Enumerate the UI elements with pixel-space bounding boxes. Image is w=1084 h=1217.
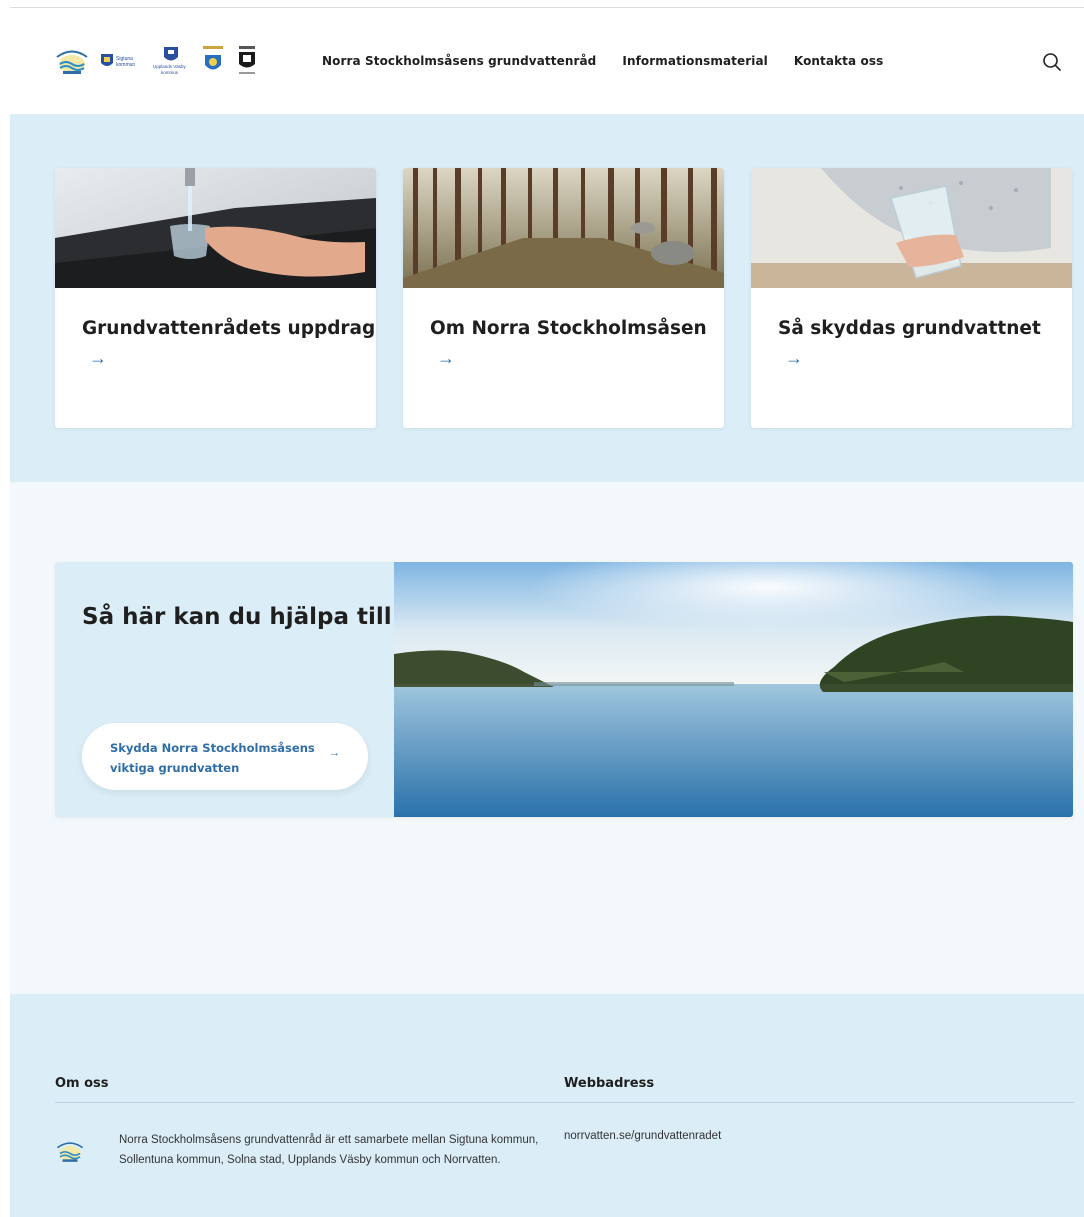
protect-groundwater-button[interactable]: Skydda Norra Stockholmsåsens viktiga gru… [82,723,368,790]
norrvatten-footer-logo [57,1142,83,1162]
card-image-pine-forest [403,168,724,288]
topic-cards-section: Grundvattenrådets uppdrag → Om Norra Sto… [10,114,1084,482]
card-title: Grundvattenrådets uppdrag [82,318,376,339]
card-sa-skyddas-grundvattnet[interactable]: Så skyddas grundvattnet → [751,168,1072,428]
arrow-right-icon: → [785,348,803,368]
button-label: Skydda Norra Stockholmsåsens viktiga gru… [110,741,315,775]
site-header: Sigtuna kommun Upplands Väsby kommun Nor… [10,8,1084,114]
card-image-glass-of-water [751,168,1072,288]
norrvatten-logo[interactable] [54,46,90,76]
nav-kontakta-oss[interactable]: Kontakta oss [794,54,883,68]
footer-web-heading: Webbadress [564,1076,655,1091]
lake-image [394,562,1073,817]
svg-text:kommun: kommun [161,70,179,75]
help-title: Så här kan du hjälpa till [82,604,392,630]
card-image-tap-water [55,168,376,288]
footer-web-address-link[interactable]: norrvatten.se/grundvattenradet [564,1130,721,1142]
card-grundvattenradets-uppdrag[interactable]: Grundvattenrådets uppdrag → [55,168,376,428]
svg-text:Upplands Väsby: Upplands Väsby [153,64,187,69]
main-nav: Norra Stockholmsåsens grundvattenråd Inf… [322,54,883,68]
nav-grundvattenrad[interactable]: Norra Stockholmsåsens grundvattenråd [322,54,596,68]
card-title: Så skyddas grundvattnet [778,318,1041,339]
nav-informationsmaterial[interactable]: Informationsmaterial [622,54,768,68]
partner-logos: Sigtuna kommun Upplands Väsby kommun [54,44,258,78]
help-banner-text-panel: Så här kan du hjälpa till Skydda Norra S… [55,562,394,817]
svg-text:kommun: kommun [116,62,135,68]
footer-about-heading: Om oss [55,1076,109,1091]
solna-logo[interactable] [236,45,258,77]
arrow-right-icon: → [437,348,455,368]
help-section: Så här kan du hjälpa till Skydda Norra S… [10,482,1084,994]
upplands-vasby-logo[interactable]: Upplands Väsby kommun [152,45,190,77]
sollentuna-logo[interactable] [200,45,226,77]
card-om-norra-stockholmsasen[interactable]: Om Norra Stockholmsåsen → [403,168,724,428]
card-title: Om Norra Stockholmsåsen [430,318,707,339]
arrow-right-icon: → [89,348,107,368]
sigtuna-logo[interactable]: Sigtuna kommun [100,53,142,69]
footer-divider [55,1102,1074,1103]
arrow-right-icon: → [329,747,340,759]
help-banner: Så här kan du hjälpa till Skydda Norra S… [55,562,1073,817]
site-footer: Om oss Webbadress Norra Stockholmsåsens … [10,994,1084,1217]
footer-about-text: Norra Stockholmsåsens grundvattenråd är … [119,1134,539,1166]
search-icon[interactable] [1040,50,1064,74]
